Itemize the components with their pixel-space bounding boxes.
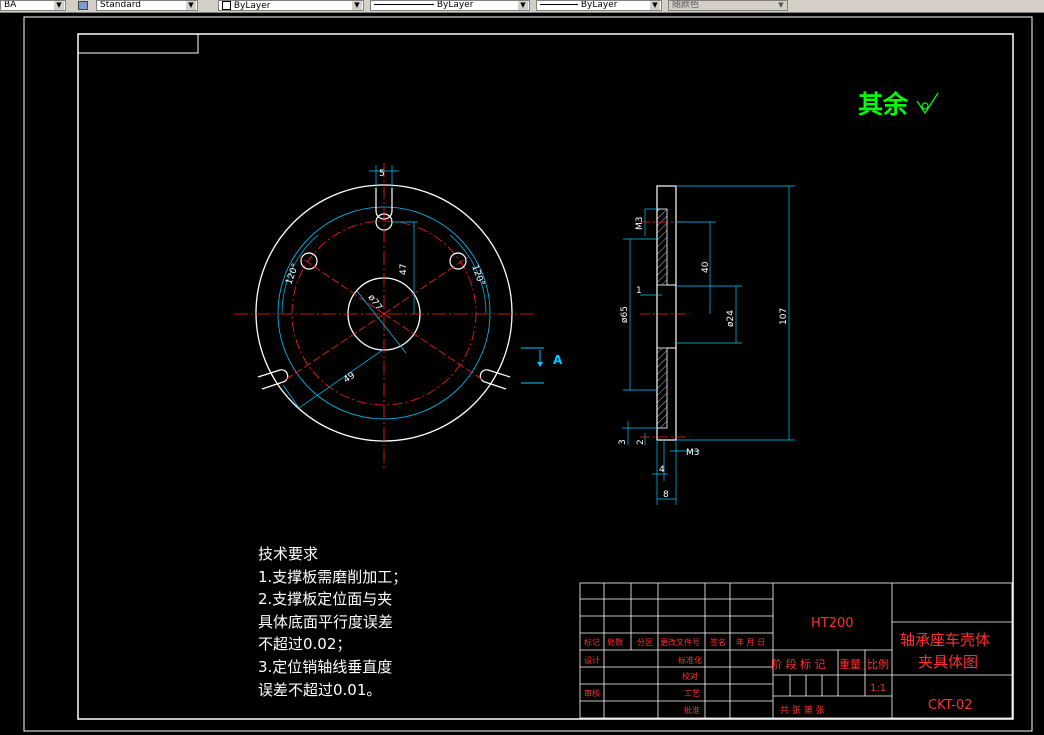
dim-4: 4 [659, 465, 665, 475]
material: HT200 [811, 616, 854, 631]
pin-hole-right [449, 252, 467, 270]
properties-toolbar: BA ▼ Standard ▼ ByLayer ▼ ByLayer ▼ ByLa… [0, 0, 1044, 13]
rev-sign: 签名 [710, 637, 726, 647]
section-label-a: A [553, 353, 563, 367]
dim-40: 40 [701, 261, 711, 273]
part-name-line1: 轴承座车壳体 [900, 631, 990, 649]
notes-line-6: 误差不超过0.01。 [258, 680, 382, 699]
roughness-label: 其余 [858, 90, 909, 119]
notes-line-3: 具体底面平行度误差 [258, 612, 394, 631]
proof-label: 批准 [684, 705, 700, 715]
notes-line-2: 2.支撑板定位面与夹 [258, 590, 393, 609]
lineweight-value: ByLayer [580, 0, 618, 10]
textstyle-icon[interactable] [78, 1, 88, 10]
centerline-right [383, 256, 469, 315]
color-swatch-icon [222, 1, 231, 10]
front-view: 5 47 120° 120° ø77 49 A [234, 163, 563, 468]
color-value: ByLayer [233, 1, 271, 11]
approve-label: 校对 [682, 671, 698, 681]
weight-label: 重量 [839, 657, 861, 671]
chevron-down-icon: ▼ [650, 1, 660, 10]
dim-2: 2 [636, 439, 646, 445]
scale-label: 比例 [867, 657, 889, 671]
line-sample-icon [374, 4, 434, 5]
checker-label: 审核 [584, 688, 600, 698]
dim-3: 3 [618, 439, 628, 445]
chevron-down-icon: ▼ [186, 1, 196, 10]
notes-title: 技术要求 [258, 545, 319, 563]
slot-left [257, 369, 289, 390]
notes-line-1: 1.支撑板需磨削加工； [258, 567, 408, 586]
notes-line-4: 不超过0.02； [258, 635, 352, 654]
designer-label: 设计 [584, 655, 600, 665]
line-sample-icon [540, 4, 578, 5]
scale-value: 1:1 [870, 683, 886, 694]
dim-1: 1 [636, 286, 642, 296]
textstyle-dropdown[interactable]: Standard ▼ [96, 0, 198, 11]
color-dropdown[interactable]: ByLayer ▼ [218, 0, 364, 11]
stage-label: 阶 段 标 记 [771, 657, 826, 671]
dim-bore: ø77 [366, 293, 384, 313]
layer-value: BA [4, 0, 17, 10]
layer-dropdown[interactable]: BA ▼ [0, 0, 66, 11]
dim-angle-left: 120° [284, 262, 301, 286]
dim-slot-width: 5 [379, 169, 385, 179]
drawing-svg: 其余 5 47 120° 120° ø77 49 A 107 40 ø24 ø6… [23, 16, 1033, 732]
drawing-canvas[interactable]: 其余 5 47 120° 120° ø77 49 A 107 40 ø24 ø6… [0, 13, 1044, 735]
drawing-number: CKT-02 [928, 698, 973, 713]
outer-border [23, 16, 1033, 732]
roughness-symbol-icon [916, 92, 939, 115]
side-view: 107 40 ø24 ø65 M3 1 3 2 M3 4 8 [618, 185, 795, 505]
chevron-down-icon: ▼ [54, 1, 64, 10]
chevron-down-icon: ▼ [352, 1, 362, 10]
dim-phi65: ø65 [620, 306, 630, 323]
linetype-value: ByLayer [436, 0, 474, 10]
dim-8: 8 [663, 490, 669, 500]
lineweight-dropdown[interactable]: ByLayer ▼ [536, 0, 662, 11]
standardize-label: 标准化 [678, 655, 702, 665]
sheets-label: 共 张 第 张 [780, 704, 825, 716]
textstyle-value: Standard [100, 0, 141, 10]
plotstyle-dropdown[interactable]: 随颜色 ▼ [668, 0, 788, 11]
technical-requirements: 技术要求 1.支撑板需磨削加工； 2.支撑板定位面与夹 具体底面平行度误差 不超… [258, 543, 407, 701]
dim-pin-height: 47 [399, 264, 409, 275]
part-name-line2: 夹具体图 [918, 653, 978, 671]
rev-mark: 标记 [584, 637, 600, 647]
rev-count: 处数 [607, 637, 623, 647]
inner-border [77, 33, 1014, 720]
hatch-upper [656, 208, 668, 286]
dim-thread-bottom: M3 [686, 448, 700, 458]
dim-angle-right: 120° [469, 264, 486, 288]
corner-code-box [77, 33, 199, 54]
craft-label: 工艺 [684, 689, 700, 698]
slot-right [479, 369, 511, 390]
chevron-down-icon: ▼ [518, 1, 528, 10]
dim-radius: 49 [342, 371, 357, 386]
plotstyle-value: 随颜色 [672, 0, 700, 10]
rev-zone: 分区 [637, 638, 653, 647]
rev-date: 年 月 日 [736, 637, 765, 647]
dim-phi24: ø24 [726, 310, 736, 327]
notes-line-5: 3.定位销轴线垂直度 [258, 657, 393, 676]
rev-doc: 更改文件号 [660, 637, 700, 647]
chevron-down-icon: ▼ [776, 1, 786, 10]
hatch-lower [656, 347, 668, 429]
dim-thread-top: M3 [635, 217, 645, 231]
linetype-dropdown[interactable]: ByLayer ▼ [370, 0, 530, 11]
dim-107: 107 [779, 308, 789, 325]
